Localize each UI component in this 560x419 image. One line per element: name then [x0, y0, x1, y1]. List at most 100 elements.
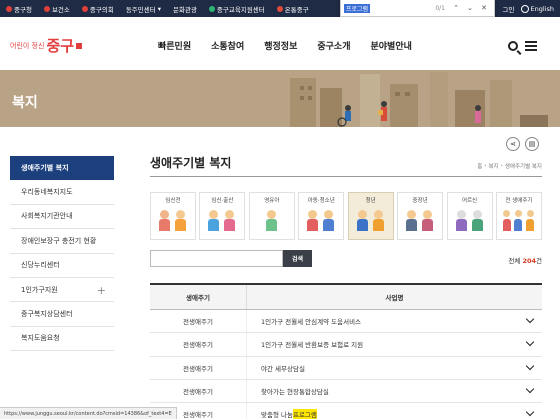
- education-icon: [208, 5, 215, 12]
- find-highlight: 프로그램: [292, 409, 317, 419]
- senior-icon: [454, 208, 486, 236]
- globe-icon: [520, 4, 529, 13]
- lifecycle-tab-pregnancy[interactable]: 임신·출산: [199, 192, 246, 240]
- table-row[interactable]: 전생애주기 1인가구 전월세 안심계약 도움서비스: [150, 310, 542, 334]
- side-nav-item-sindang-center[interactable]: 신당누리센터: [10, 254, 114, 278]
- title-divider: [150, 176, 542, 177]
- language-label: English: [530, 4, 554, 13]
- lifecycle-tab-child-youth[interactable]: 아동·청소년: [298, 192, 345, 240]
- all-lifecycle-icon: [502, 208, 535, 236]
- chevron-down-icon[interactable]: [525, 314, 535, 324]
- side-nav-label: 중구복지상담센터: [21, 310, 73, 319]
- side-nav-item-lifecycle[interactable]: 생애주기별 복지: [10, 156, 114, 181]
- side-nav-item-welfare-map[interactable]: 우리동네복지지도: [10, 180, 114, 205]
- side-nav-label: 우리동네복지지도: [21, 188, 73, 197]
- nav-admin-info[interactable]: 행정정보: [264, 39, 297, 52]
- column-header-cycle: 생애주기: [150, 285, 247, 309]
- lifecycle-tab-young-adult[interactable]: 청년: [347, 192, 394, 240]
- top-link-label: 보건소: [51, 5, 70, 14]
- logo-seal-icon: [76, 42, 83, 49]
- print-button[interactable]: ▤: [525, 137, 539, 151]
- lifecycle-tab-label: 청년: [365, 198, 376, 204]
- side-nav-item-assistive-charger[interactable]: 장애인보장구 충전기 현황: [10, 229, 114, 254]
- logo-slogan: 어린이 정신: [10, 41, 45, 50]
- top-link-education-center[interactable]: 중구교육지원센터: [203, 4, 271, 14]
- search-input[interactable]: [150, 250, 283, 267]
- column-header-name: 사업명: [385, 294, 404, 302]
- lifecycle-tab-all[interactable]: 전 생애주기: [495, 192, 542, 240]
- table-row[interactable]: 전생애주기 맞춤형 나눔 프로그램: [150, 403, 542, 419]
- hamburger-menu-icon[interactable]: [525, 41, 537, 51]
- child-youth-icon: [305, 208, 337, 236]
- table-row[interactable]: 전생애주기 야간 세무상담실: [150, 356, 542, 380]
- login-link[interactable]: 그인: [503, 4, 515, 14]
- total-prefix: 전체: [508, 257, 523, 265]
- nav-participation[interactable]: 소통참여: [211, 39, 244, 52]
- top-link-culture[interactable]: 문화관광: [167, 4, 203, 14]
- lifecycle-tab-middle-age[interactable]: 중장년: [397, 192, 444, 240]
- table-row[interactable]: 전생애주기 1인가구 전월세 반환보증 보험료 지원: [150, 333, 542, 357]
- find-next-button[interactable]: ⌄: [463, 4, 477, 12]
- site-logo[interactable]: 어린이 정신 중구: [10, 35, 83, 56]
- middle-age-icon: [404, 208, 436, 236]
- chevron-down-icon[interactable]: [525, 361, 535, 370]
- nav-about[interactable]: 중구소개: [317, 39, 350, 52]
- chevron-down-icon[interactable]: [525, 384, 535, 394]
- breadcrumb-welfare[interactable]: 복지: [489, 162, 499, 170]
- language-button[interactable]: English: [520, 4, 554, 13]
- chevron-down-icon[interactable]: [525, 338, 535, 347]
- cell-program-name: 야간 세무상담실: [261, 364, 305, 373]
- nav-quick-civil[interactable]: 빠른민원: [158, 39, 191, 52]
- total-number: 204: [522, 257, 537, 265]
- cell-program-name: 찾아가는 현장통합상담실: [261, 388, 329, 397]
- pregnancy-icon: [206, 208, 238, 236]
- side-nav-item-counseling-center[interactable]: 중구복지상담센터: [10, 302, 114, 327]
- lifecycle-tab-infant[interactable]: 영유아: [248, 192, 295, 240]
- lifecycle-tab-prepregnancy[interactable]: 임신전: [150, 192, 196, 240]
- find-close-button[interactable]: ✕: [477, 4, 491, 12]
- side-nav-item-help-request[interactable]: 복지도움요청: [10, 327, 114, 352]
- search-icon[interactable]: [508, 41, 518, 51]
- side-nav-item-single-household[interactable]: 1인가구지원 +: [10, 278, 114, 303]
- top-link-junggu-office[interactable]: 중구청: [0, 4, 38, 14]
- top-link-dong-center[interactable]: 동주민센터 ▾: [120, 4, 167, 14]
- side-nav-label: 생애주기별 복지: [21, 163, 69, 172]
- health-icon: [43, 5, 50, 12]
- top-link-ontong[interactable]: 온통중구: [271, 4, 315, 14]
- find-prev-button[interactable]: ⌃: [449, 4, 463, 12]
- table-row[interactable]: 전생애주기 찾아가는 현장통합상담실: [150, 379, 542, 404]
- lifecycle-tab-senior[interactable]: 어르신: [446, 192, 493, 240]
- junggu-icon: [6, 5, 12, 12]
- side-nav-label: 신당누리센터: [21, 261, 60, 270]
- lifecycle-tab-label: 임신전: [165, 198, 181, 204]
- side-nav-label: 복지도움요청: [21, 334, 60, 343]
- cell-program-name: 맞춤형 나눔: [261, 411, 293, 419]
- side-nav: 생애주기별 복지 우리동네복지지도 사회복지기관안내 장애인보장구 충전기 현황…: [10, 156, 114, 352]
- page-title: 생애주기별 복지: [150, 156, 232, 170]
- search-button[interactable]: 검색: [283, 250, 312, 267]
- plus-icon[interactable]: +: [97, 284, 106, 297]
- top-link-label: 중구의회: [89, 5, 114, 14]
- chevron-right-icon: ›: [484, 163, 487, 169]
- lifecycle-tab-label: 어르신: [461, 198, 478, 204]
- breadcrumb-current: 생애주기별 복지: [504, 164, 542, 170]
- side-nav-label: 1인가구지원: [21, 285, 58, 294]
- share-button[interactable]: ⋖: [506, 137, 520, 151]
- nav-fields[interactable]: 분야별안내: [371, 39, 412, 52]
- cell-cycle: 전생애주기: [150, 310, 247, 333]
- cell-cycle: 전생애주기: [150, 379, 247, 403]
- section-banner: 복지: [0, 70, 560, 127]
- total-suffix: 건: [536, 257, 542, 265]
- breadcrumb-home[interactable]: 홈: [477, 162, 482, 170]
- lifecycle-tabs: 임신전 임신·출산 영유아 아동·청소년 청년 중장년 어르신 전 생애주기: [150, 192, 542, 240]
- find-input[interactable]: 프로그램: [344, 3, 371, 13]
- side-nav-label: 사회복지기관안내: [21, 212, 73, 221]
- top-link-health-center[interactable]: 보건소: [38, 4, 76, 14]
- side-nav-item-welfare-institutions[interactable]: 사회복지기관안내: [10, 205, 114, 230]
- side-nav-label: 장애인보장구 충전기 현황: [21, 236, 97, 245]
- top-link-council[interactable]: 중구의회: [76, 4, 120, 14]
- chevron-down-icon[interactable]: [525, 407, 535, 417]
- top-link-label: 문화관광: [173, 5, 197, 14]
- total-count: 전체 204건: [508, 255, 542, 265]
- lifecycle-tab-label: 중장년: [412, 198, 428, 204]
